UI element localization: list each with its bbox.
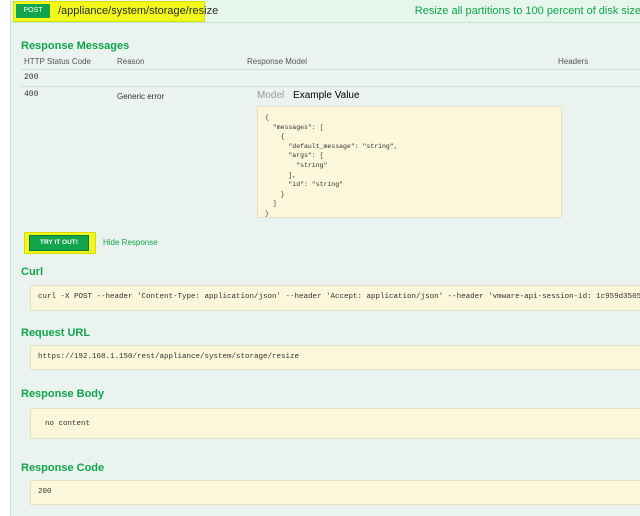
response-table-header: HTTP Status Code Reason Response Model H…	[21, 55, 640, 70]
col-status-code: HTTP Status Code	[24, 57, 91, 66]
try-it-out-button[interactable]: TRY IT OUT!	[30, 236, 88, 250]
col-reason: Reason	[117, 57, 145, 66]
response-messages-title: Response Messages	[21, 40, 130, 52]
example-json: { "messages": [ { "default_message": "st…	[257, 106, 562, 218]
operation-summary[interactable]: Resize all partitions to 100 percent of …	[415, 3, 640, 19]
request-url-title: Request URL	[21, 327, 91, 339]
col-headers: Headers	[558, 57, 589, 66]
curl-command[interactable]: curl -X POST --header 'Content-Type: app…	[30, 285, 640, 311]
status-code: 200	[24, 73, 39, 82]
endpoint-path[interactable]: /appliance/system/storage/resize	[58, 3, 218, 19]
method-badge[interactable]: POST	[16, 4, 50, 18]
response-code-title: Response Code	[21, 462, 105, 474]
operation-header[interactable]: POST /appliance/system/storage/resize Re…	[11, 0, 640, 23]
status-code: 400	[24, 90, 39, 99]
tab-model[interactable]: Model	[257, 90, 284, 101]
hide-response-link[interactable]: Hide Response	[103, 238, 158, 247]
col-response-model: Response Model	[247, 57, 308, 66]
response-body-title: Response Body	[21, 388, 105, 400]
reason-text: Generic error	[117, 92, 165, 101]
response-code-value[interactable]: 200	[30, 480, 640, 505]
curl-title: Curl	[21, 266, 43, 278]
operation-panel: POST /appliance/system/storage/resize Re…	[10, 0, 640, 516]
table-row: 200	[21, 70, 640, 87]
request-url-value[interactable]: https://192.168.1.150/rest/appliance/sys…	[30, 345, 640, 370]
tab-example-value[interactable]: Example Value	[293, 90, 360, 101]
response-body-value[interactable]: no content	[30, 408, 640, 439]
model-tabs: Model Example Value	[257, 90, 360, 101]
